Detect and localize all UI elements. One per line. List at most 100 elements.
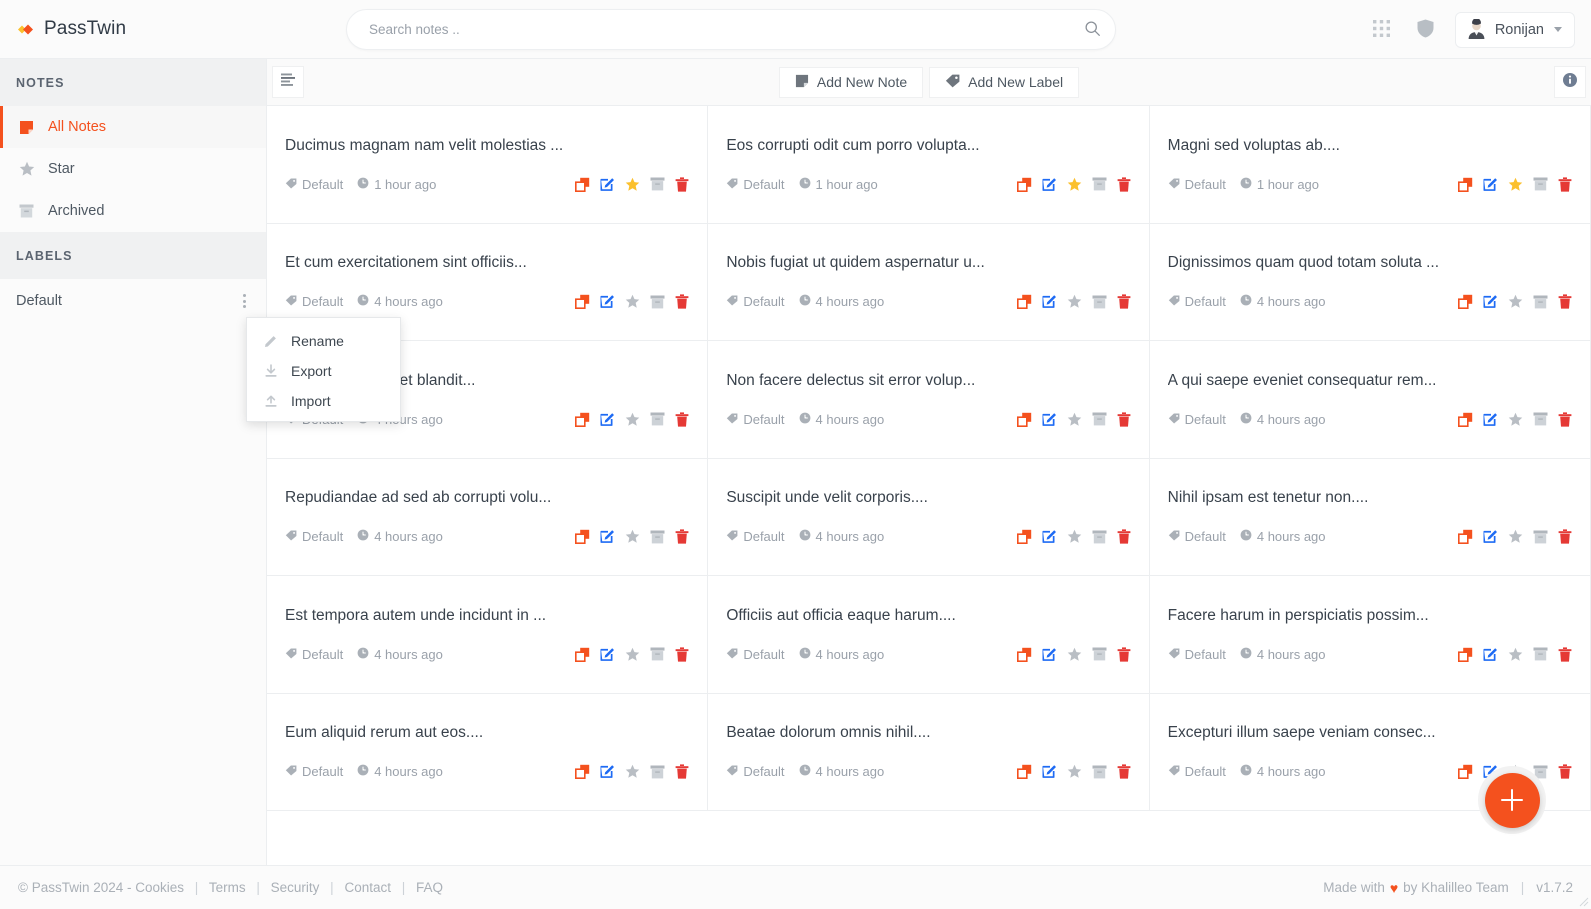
sidebar-item-all-notes[interactable]: All Notes — [0, 106, 266, 148]
footer-link-security[interactable]: Security — [271, 880, 320, 895]
edit-icon[interactable] — [1042, 412, 1057, 427]
trash-icon[interactable] — [1117, 177, 1131, 192]
copy-icon[interactable] — [575, 412, 590, 427]
star-icon[interactable] — [625, 647, 640, 662]
trash-icon[interactable] — [675, 177, 689, 192]
note-card[interactable]: Beatae dolorum omnis nihil.... Default 4 h… — [708, 693, 1150, 811]
star-icon[interactable] — [1508, 177, 1523, 192]
note-card[interactable]: A qui saepe eveniet consequatur rem... De… — [1149, 341, 1591, 459]
archive-icon[interactable] — [1092, 765, 1107, 779]
context-menu-item-export[interactable]: Export — [247, 356, 400, 386]
archive-icon[interactable] — [650, 530, 665, 544]
note-title[interactable]: Facere harum in perspiciatis possim... — [1168, 607, 1572, 625]
archive-icon[interactable] — [1533, 412, 1548, 426]
star-icon[interactable] — [625, 764, 640, 779]
archive-icon[interactable] — [650, 647, 665, 661]
edit-icon[interactable] — [1042, 764, 1057, 779]
star-icon[interactable] — [1508, 412, 1523, 427]
edit-icon[interactable] — [600, 647, 615, 662]
note-card[interactable]: Nihil ipsam est tenetur non.... Default 4 … — [1149, 458, 1591, 576]
note-title[interactable]: Ducimus magnam nam velit molestias ... — [285, 137, 689, 155]
edit-icon[interactable] — [600, 177, 615, 192]
footer-link-contact[interactable]: Contact — [344, 880, 391, 895]
trash-icon[interactable] — [675, 294, 689, 309]
note-card[interactable]: Eum aliquid rerum aut eos.... Default 4 ho… — [267, 693, 709, 811]
star-icon[interactable] — [625, 412, 640, 427]
trash-icon[interactable] — [1117, 647, 1131, 662]
copy-icon[interactable] — [1458, 764, 1473, 780]
note-card[interactable]: Eos corrupti odit cum porro volupta... De… — [708, 106, 1150, 224]
star-icon[interactable] — [1067, 647, 1082, 662]
note-card[interactable]: Non facere delectus sit error volup... De… — [708, 341, 1150, 459]
trash-icon[interactable] — [675, 647, 689, 662]
copy-icon[interactable] — [575, 177, 590, 192]
archive-icon[interactable] — [1533, 295, 1548, 309]
footer-link-terms[interactable]: Terms — [209, 880, 246, 895]
edit-icon[interactable] — [1042, 529, 1057, 544]
trash-icon[interactable] — [1558, 294, 1572, 309]
archive-icon[interactable] — [1092, 530, 1107, 544]
copy-icon[interactable] — [1458, 412, 1473, 427]
more-vertical-icon[interactable] — [239, 290, 250, 312]
note-card[interactable]: Suscipit unde velit corporis.... Default 4… — [708, 458, 1150, 576]
sidebar-item-star[interactable]: Star — [0, 148, 266, 190]
copy-icon[interactable] — [1458, 647, 1473, 662]
trash-icon[interactable] — [1558, 177, 1572, 192]
star-icon[interactable] — [1067, 412, 1082, 427]
edit-icon[interactable] — [600, 412, 615, 427]
archive-icon[interactable] — [1533, 647, 1548, 661]
star-icon[interactable] — [625, 529, 640, 544]
copy-icon[interactable] — [575, 764, 590, 780]
trash-icon[interactable] — [1558, 764, 1572, 779]
archive-icon[interactable] — [1533, 177, 1548, 191]
archive-icon[interactable] — [1092, 412, 1107, 426]
trash-icon[interactable] — [675, 529, 689, 544]
star-icon[interactable] — [1067, 177, 1082, 192]
trash-icon[interactable] — [1558, 412, 1572, 427]
copy-icon[interactable] — [1458, 294, 1473, 310]
resize-grip-icon[interactable] — [1576, 894, 1589, 907]
edit-icon[interactable] — [600, 764, 615, 779]
trash-icon[interactable] — [1117, 764, 1131, 779]
copy-icon[interactable] — [1016, 647, 1032, 662]
note-title[interactable]: Non facere delectus sit error volup... — [726, 372, 1130, 390]
copy-icon[interactable] — [1016, 294, 1032, 310]
note-title[interactable]: Dignissimos quam quod totam soluta ... — [1168, 254, 1572, 272]
copy-icon[interactable] — [1016, 529, 1032, 545]
note-card[interactable]: Ducimus magnam nam velit molestias ... De… — [267, 106, 709, 224]
star-icon[interactable] — [1067, 529, 1082, 544]
star-icon[interactable] — [1508, 647, 1523, 662]
note-card[interactable]: Repudiandae ad sed ab corrupti volu... De… — [267, 458, 709, 576]
user-menu-button[interactable]: Ronijan — [1454, 11, 1575, 48]
trash-icon[interactable] — [1117, 529, 1131, 544]
star-icon[interactable] — [625, 294, 640, 309]
info-button[interactable] — [1554, 66, 1586, 98]
trash-icon[interactable] — [1117, 412, 1131, 427]
archive-icon[interactable] — [1092, 647, 1107, 661]
note-card[interactable]: Officiis aut officia eaque harum.... Defa… — [708, 576, 1150, 694]
edit-icon[interactable] — [1483, 647, 1498, 662]
copy-icon[interactable] — [1458, 177, 1473, 192]
note-card[interactable]: Magni sed voluptas ab.... Default 1 hour a… — [1149, 106, 1591, 224]
star-icon[interactable] — [1067, 764, 1082, 779]
edit-icon[interactable] — [1483, 412, 1498, 427]
search-button[interactable] — [1069, 10, 1115, 49]
star-icon[interactable] — [1508, 529, 1523, 544]
shield-button[interactable] — [1411, 15, 1441, 45]
archive-icon[interactable] — [1092, 295, 1107, 309]
star-icon[interactable] — [1067, 294, 1082, 309]
archive-icon[interactable] — [1092, 177, 1107, 191]
copy-icon[interactable] — [575, 647, 590, 662]
context-menu-item-import[interactable]: Import — [247, 386, 400, 416]
edit-icon[interactable] — [1483, 177, 1498, 192]
copy-icon[interactable] — [1016, 764, 1032, 780]
note-title[interactable]: Repudiandae ad sed ab corrupti volu... — [285, 489, 689, 507]
edit-icon[interactable] — [1042, 647, 1057, 662]
note-title[interactable]: Magni sed voluptas ab.... — [1168, 137, 1572, 155]
archive-icon[interactable] — [1533, 530, 1548, 544]
sidebar-item-label-default[interactable]: Default — [0, 279, 266, 323]
search-bar[interactable] — [346, 9, 1116, 50]
copy-icon[interactable] — [1458, 529, 1473, 545]
add-new-label-button[interactable]: Add New Label — [929, 66, 1080, 98]
archive-icon[interactable] — [650, 177, 665, 191]
